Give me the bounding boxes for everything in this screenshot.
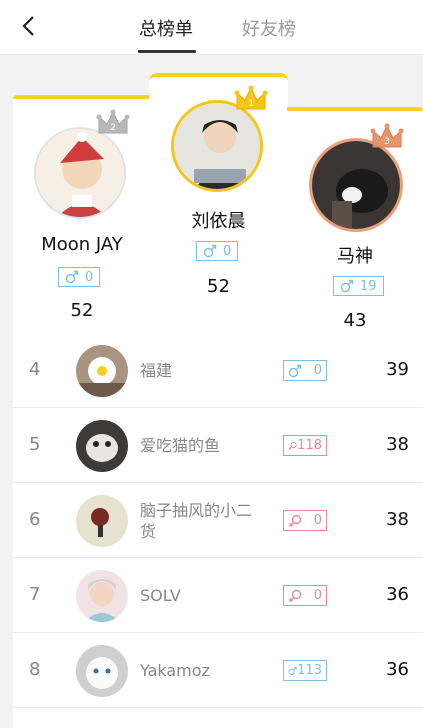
female-icon (288, 441, 297, 450)
gender-badge: 0 (196, 241, 239, 261)
crown-third-icon: 3 (370, 123, 404, 148)
tab-overall-leaderboard[interactable]: 总榜单 (139, 15, 193, 41)
user-name: Yakamoz (140, 661, 210, 680)
crown-first-icon: 1 (234, 85, 268, 110)
podium-card-third[interactable]: 3 马神 19 43 (287, 107, 423, 335)
male-icon (288, 666, 297, 675)
gender-badge: 0 (58, 267, 101, 287)
list-item[interactable]: 8 Yakamoz 113 36 (13, 633, 423, 708)
rank-number: 6 (29, 509, 41, 530)
score: 39 (386, 359, 409, 380)
male-icon (203, 244, 217, 258)
avatar[interactable] (76, 420, 128, 472)
gender-count: 0 (85, 269, 94, 285)
rank-number: 4 (29, 359, 41, 380)
top-nav-bar: 总榜单 好友榜 (0, 0, 423, 55)
gender-count: 113 (297, 663, 322, 678)
user-name: 脑子抽风的小二货 (140, 501, 253, 541)
gender-badge: 0 (283, 510, 327, 531)
active-tab-indicator (138, 50, 196, 53)
gender-count: 0 (313, 363, 322, 378)
score: 36 (386, 584, 409, 605)
avatar[interactable] (76, 495, 128, 547)
podium-name: 刘依晨 (191, 211, 246, 232)
score: 38 (386, 434, 409, 455)
gender-count: 19 (360, 278, 377, 294)
podium-card-second[interactable]: 2 Moon JAY 0 52 (13, 95, 151, 335)
podium-score: 52 (70, 300, 94, 321)
gender-count: 118 (297, 438, 322, 453)
male-icon (65, 270, 79, 284)
gender-badge: 113 (283, 660, 327, 681)
gender-count: 0 (313, 588, 322, 603)
rank-number: 5 (29, 434, 41, 455)
avatar[interactable] (76, 345, 128, 397)
female-icon (289, 589, 302, 602)
gender-count: 0 (313, 513, 322, 528)
score: 38 (386, 509, 409, 530)
crown-rank-label: 1 (248, 99, 254, 109)
podium-name: 马神 (337, 246, 373, 267)
male-icon (288, 364, 302, 377)
podium-card-first[interactable]: 1 刘依晨 0 52 (149, 73, 288, 335)
gender-badge: 0 (283, 585, 327, 606)
avatar[interactable] (76, 570, 128, 622)
crown-second-icon: 2 (96, 109, 130, 134)
ranking-list: 4 福建 0 39 5 爱吃猫的鱼 118 38 6 脑子抽风的小二货 0 38… (13, 333, 423, 728)
user-name: 福建 (140, 361, 173, 380)
crown-rank-label: 3 (384, 137, 390, 147)
podium-name: Moon JAY (41, 234, 123, 255)
gender-count: 0 (223, 243, 232, 259)
list-item[interactable]: 7 SOLV 0 36 (13, 558, 423, 633)
crown-rank-label: 2 (110, 123, 116, 133)
gender-badge: 118 (283, 435, 327, 456)
male-icon (340, 279, 354, 293)
gender-badge: 19 (333, 276, 384, 296)
list-item[interactable]: 5 爱吃猫的鱼 118 38 (13, 408, 423, 483)
user-name: SOLV (140, 586, 181, 605)
back-arrow-icon[interactable] (18, 14, 42, 38)
tab-friends-leaderboard[interactable]: 好友榜 (242, 15, 296, 41)
list-item[interactable] (13, 708, 423, 728)
podium-score: 52 (207, 276, 230, 297)
podium: 2 Moon JAY 0 52 1 刘依晨 0 52 3 马神 19 43 (0, 55, 423, 335)
gender-badge: 0 (283, 360, 327, 381)
female-icon (289, 514, 302, 527)
avatar[interactable] (76, 645, 128, 697)
avatar[interactable] (34, 127, 126, 219)
list-item[interactable]: 4 福建 0 39 (13, 333, 423, 408)
user-name: 爱吃猫的鱼 (140, 436, 221, 455)
score: 36 (386, 659, 409, 680)
podium-score: 43 (343, 310, 367, 331)
rank-number: 8 (29, 659, 41, 680)
list-item[interactable]: 6 脑子抽风的小二货 0 38 (13, 483, 423, 558)
rank-number: 7 (29, 584, 41, 605)
